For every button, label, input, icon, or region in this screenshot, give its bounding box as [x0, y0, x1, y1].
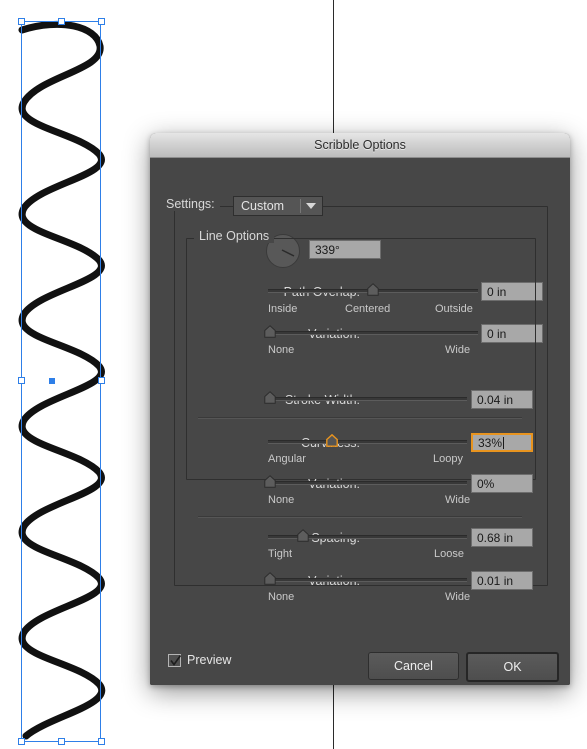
settings-label-wrap: Settings: [161, 197, 220, 211]
scribble-artwork[interactable] [0, 0, 130, 749]
dialog-title-bar[interactable]: Scribble Options [150, 133, 570, 158]
curviness-variation-value: 0% [477, 476, 495, 491]
ok-button[interactable]: OK [466, 652, 559, 682]
spacing-variation-slider-knob[interactable] [264, 572, 276, 585]
slider-knob-icon [264, 475, 276, 488]
selection-handle-middle-left[interactable] [18, 377, 25, 384]
spacing-variation-max-label: Wide [445, 591, 471, 603]
section-divider-2 [198, 516, 522, 518]
line-options-legend: Line Options [199, 229, 270, 243]
selection-handle-top-left[interactable] [18, 18, 25, 25]
spacing-variation-slider-track[interactable] [268, 578, 467, 582]
curviness-min-label: Angular [268, 453, 306, 465]
slider-knob-icon [264, 391, 276, 404]
curviness-slider-track[interactable] [268, 440, 467, 444]
line-options-legend-wrap: Line Options [194, 229, 275, 243]
curviness-variation-slider-track[interactable] [268, 481, 467, 485]
selection-handle-bottom-right[interactable] [98, 738, 105, 745]
preview-checkbox[interactable] [168, 653, 182, 667]
text-caret [503, 436, 505, 449]
dropdown-separator [300, 199, 301, 213]
slider-knob-icon [264, 572, 276, 585]
settings-label: Settings: [166, 197, 215, 211]
selection-bounding-box [21, 21, 101, 741]
curviness-max-label: Loopy [433, 453, 463, 465]
curviness-variation-input-field[interactable]: 0% [471, 474, 533, 493]
stroke-width-input-field[interactable]: 0.04 in [471, 390, 533, 409]
spacing-value: 0.68 in [477, 530, 514, 545]
curviness-slider-knob[interactable] [326, 434, 338, 447]
screen: Scribble Options Settings: Custom Angle: [0, 0, 587, 749]
spacing-slider-knob[interactable] [297, 529, 309, 542]
slider-knob-icon [326, 434, 338, 447]
spacing-variation-input-field[interactable]: 0.01 in [471, 571, 533, 590]
cancel-button-label: Cancel [394, 659, 433, 673]
section-divider-1 [198, 417, 522, 419]
checkmark-icon [170, 654, 182, 666]
slider-knob-icon [297, 529, 309, 542]
stroke-width-slider-knob[interactable] [264, 391, 276, 404]
chevron-down-icon [306, 203, 316, 209]
cancel-button[interactable]: Cancel [368, 652, 459, 680]
spacing-variation-value: 0.01 in [477, 573, 514, 588]
curviness-input-field[interactable]: 33% [471, 433, 533, 452]
selection-handle-top-right[interactable] [98, 18, 105, 25]
selection-handle-top-center[interactable] [58, 18, 65, 25]
selection-handle-middle-right[interactable] [98, 377, 105, 384]
curviness-value: 33% [478, 435, 503, 450]
spacing-max-label: Loose [434, 548, 464, 560]
spacing-variation-min-label: None [268, 591, 295, 603]
preview-checkbox-row[interactable]: Preview [168, 653, 231, 667]
stroke-width-slider-track[interactable] [268, 397, 467, 401]
settings-preset-dropdown[interactable]: Custom [233, 196, 323, 216]
stroke-width-value: 0.04 in [477, 392, 514, 407]
spacing-input-field[interactable]: 0.68 in [471, 528, 533, 547]
preview-label: Preview [187, 653, 232, 667]
dialog-title: Scribble Options [314, 138, 406, 152]
curviness-variation-max-label: Wide [445, 494, 471, 506]
selection-center-point[interactable] [49, 378, 55, 384]
scribble-options-dialog: Scribble Options Settings: Custom Angle: [150, 133, 570, 685]
curviness-variation-slider-knob[interactable] [264, 475, 276, 488]
selection-handle-bottom-center[interactable] [58, 738, 65, 745]
dialog-body: Settings: Custom Angle: 339° Path Overla… [150, 158, 570, 685]
selection-handle-bottom-left[interactable] [18, 738, 25, 745]
spacing-min-label: Tight [268, 548, 293, 560]
ok-button-label: OK [503, 660, 522, 674]
settings-preset-value: Custom [241, 199, 285, 213]
curviness-variation-min-label: None [268, 494, 295, 506]
